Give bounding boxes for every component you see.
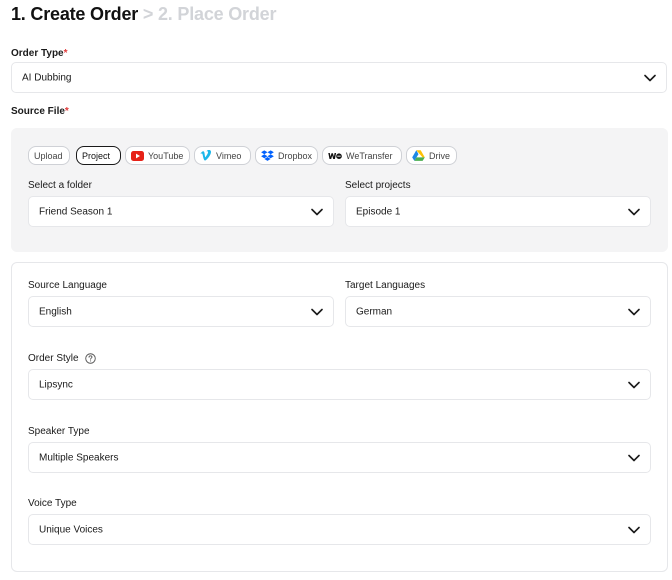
step-separator: > — [142, 4, 154, 24]
step-create-order: 1. Create Order — [11, 4, 139, 24]
tab-vimeo-label: Vimeo — [216, 150, 242, 161]
chevron-down-icon — [628, 381, 640, 388]
target-languages-select[interactable]: German — [345, 296, 651, 327]
voice-type-value: Unique Voices — [39, 524, 103, 535]
folder-value: Friend Season 1 — [39, 206, 113, 217]
speaker-type-label: Speaker Type — [28, 426, 90, 437]
chevron-down-icon — [628, 208, 640, 215]
dropbox-icon — [261, 150, 274, 161]
order-type-value: AI Dubbing — [22, 72, 72, 83]
tab-dropbox-label: Dropbox — [277, 150, 312, 161]
speaker-type-value: Multiple Speakers — [39, 452, 119, 463]
order-style-select[interactable]: Lipsync — [28, 369, 651, 400]
folder-select[interactable]: Friend Season 1 — [28, 196, 334, 227]
tab-youtube-label: YouTube — [148, 150, 184, 161]
order-style-label: Order Style — [28, 353, 96, 364]
help-circle-icon[interactable] — [84, 353, 96, 364]
tab-youtube[interactable]: YouTube — [125, 146, 190, 165]
page-title: 1. Create Order > 2. Place Order — [11, 4, 276, 25]
youtube-icon — [131, 150, 144, 161]
tab-vimeo[interactable]: Vimeo — [194, 146, 251, 165]
source-language-label: Source Language — [28, 280, 107, 291]
source-language-select[interactable]: English — [28, 296, 334, 327]
tab-upload[interactable]: Upload — [28, 146, 70, 165]
wetransfer-icon — [328, 152, 342, 159]
speaker-type-select[interactable]: Multiple Speakers — [28, 442, 651, 473]
chevron-down-icon — [311, 308, 323, 315]
step-place-order[interactable]: 2. Place Order — [158, 4, 276, 24]
tab-drive[interactable]: Drive — [406, 146, 457, 165]
order-style-label-text: Order Style — [28, 353, 79, 364]
chevron-down-icon — [628, 454, 640, 461]
voice-type-select[interactable]: Unique Voices — [28, 514, 651, 545]
order-type-select[interactable]: AI Dubbing — [11, 62, 667, 93]
tab-dropbox[interactable]: Dropbox — [255, 146, 318, 165]
target-languages-label: Target Languages — [345, 280, 426, 291]
select-folder-label: Select a folder — [28, 180, 92, 191]
tab-upload-label: Upload — [34, 150, 63, 161]
google-drive-icon — [412, 150, 425, 161]
select-projects-label: Select projects — [345, 180, 411, 191]
tab-wetransfer-label: WeTransfer — [346, 150, 393, 161]
source-file-label: Source File* — [11, 106, 69, 117]
voice-type-label: Voice Type — [28, 498, 77, 509]
source-language-value: English — [39, 306, 72, 317]
vimeo-icon — [200, 150, 212, 161]
order-style-value: Lipsync — [39, 379, 73, 390]
chevron-down-icon — [311, 208, 323, 215]
tab-project-label: Project — [82, 150, 111, 161]
tab-project[interactable]: Project — [76, 146, 121, 165]
projects-value: Episode 1 — [356, 206, 401, 217]
projects-select[interactable]: Episode 1 — [345, 196, 651, 227]
chevron-down-icon — [628, 308, 640, 315]
tab-drive-label: Drive — [429, 150, 451, 161]
tab-wetransfer[interactable]: WeTransfer — [322, 146, 402, 165]
chevron-down-icon — [644, 74, 656, 81]
order-type-label: Order Type* — [11, 48, 68, 59]
chevron-down-icon — [628, 526, 640, 533]
target-languages-value: German — [356, 306, 393, 317]
